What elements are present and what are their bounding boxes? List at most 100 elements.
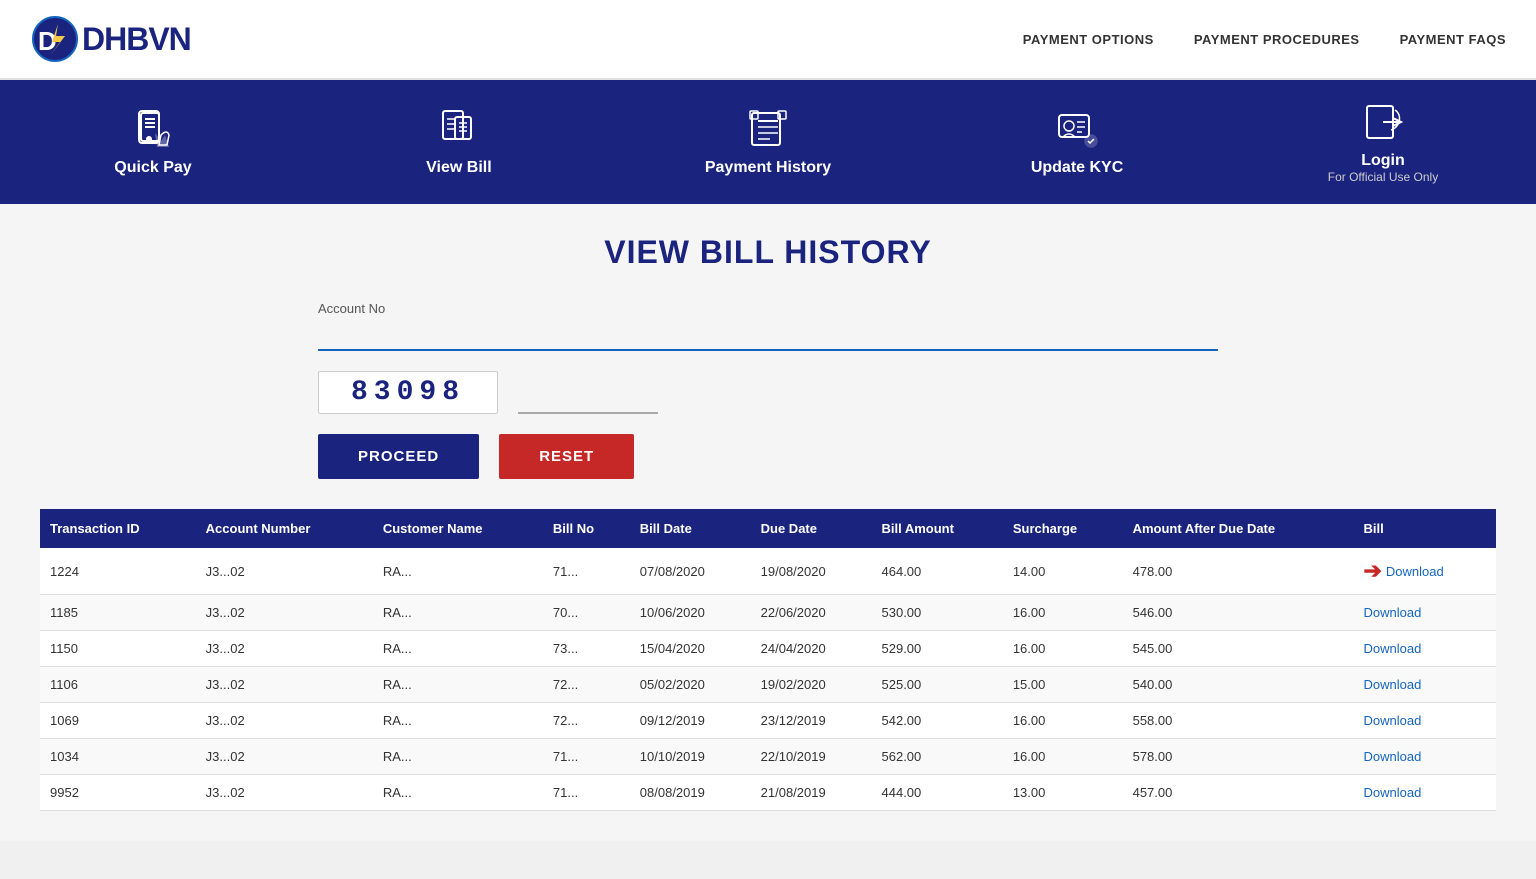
page-title: VIEW BILL HISTORY (40, 234, 1496, 271)
table-cell: RA... (373, 739, 543, 775)
captcha-input[interactable] (518, 383, 658, 414)
download-link[interactable]: Download (1363, 641, 1421, 656)
table-cell: 444.00 (872, 775, 1003, 811)
table-header-row: Transaction ID Account Number Customer N… (40, 509, 1496, 548)
main-nav: PAYMENT OPTIONS PAYMENT PROCEDURES PAYME… (1023, 32, 1506, 47)
view-bill-banner[interactable]: View Bill (399, 107, 519, 177)
account-input[interactable] (318, 320, 1218, 351)
table-cell: 578.00 (1123, 739, 1354, 775)
table-cell: 1069 (40, 703, 196, 739)
table-cell: 457.00 (1123, 775, 1354, 811)
table-cell: J3...02 (196, 775, 373, 811)
download-link[interactable]: Download (1363, 605, 1421, 620)
logo-area: D DHBVN (30, 14, 191, 64)
table-cell: 23/12/2019 (751, 703, 872, 739)
table-cell: 529.00 (872, 631, 1003, 667)
table-cell: 464.00 (872, 548, 1003, 595)
table-cell: J3...02 (196, 631, 373, 667)
payment-options-nav[interactable]: PAYMENT OPTIONS (1023, 32, 1154, 47)
table-row: 1069J3...02RA...72...09/12/201923/12/201… (40, 703, 1496, 739)
col-bill-amount: Bill Amount (872, 509, 1003, 548)
payment-faqs-nav[interactable]: PAYMENT FAQS (1400, 32, 1506, 47)
table-cell: 562.00 (872, 739, 1003, 775)
reset-button[interactable]: RESET (499, 434, 634, 479)
login-icon (1361, 100, 1405, 144)
table-cell: RA... (373, 595, 543, 631)
account-row (318, 320, 1218, 351)
table-row: 1150J3...02RA...73...15/04/202024/04/202… (40, 631, 1496, 667)
table-cell: 16.00 (1003, 739, 1123, 775)
account-label: Account No (318, 301, 385, 316)
bill-history-form: Account No 83098 PROCEED RESET (318, 301, 1218, 479)
proceed-button[interactable]: PROCEED (318, 434, 479, 479)
table-cell: J3...02 (196, 739, 373, 775)
table-cell: J3...02 (196, 703, 373, 739)
table-cell: 22/06/2020 (751, 595, 872, 631)
table-cell: 14.00 (1003, 548, 1123, 595)
table-cell: 73... (543, 631, 630, 667)
table-cell: 545.00 (1123, 631, 1354, 667)
download-link[interactable]: Download (1363, 749, 1421, 764)
table-cell: 71... (543, 739, 630, 775)
form-buttons: PROCEED RESET (318, 434, 634, 479)
download-link[interactable]: Download (1363, 713, 1421, 728)
logo-text: DHBVN (82, 21, 191, 58)
table-cell: 1106 (40, 667, 196, 703)
table-cell: 478.00 (1123, 548, 1354, 595)
table-cell: 71... (543, 548, 630, 595)
table-cell: 10/10/2019 (630, 739, 751, 775)
download-arrow-icon: ➔ (1363, 558, 1381, 584)
view-bill-label: View Bill (426, 159, 492, 177)
download-cell: Download (1353, 775, 1496, 810)
logo-icon: D (30, 14, 80, 64)
table-cell: 70... (543, 595, 630, 631)
quick-pay-label: Quick Pay (114, 159, 191, 177)
payment-history-banner[interactable]: Payment History (705, 107, 831, 177)
account-input-wrap (318, 320, 1218, 351)
table-row: 1034J3...02RA...71...10/10/201922/10/201… (40, 739, 1496, 775)
payment-procedures-nav[interactable]: PAYMENT PROCEDURES (1194, 32, 1360, 47)
table-row: 1185J3...02RA...70...10/06/202022/06/202… (40, 595, 1496, 631)
update-kyc-icon (1055, 107, 1099, 151)
update-kyc-label: Update KYC (1031, 159, 1123, 177)
banner: Quick Pay View Bill Payment History (0, 80, 1536, 204)
table-cell: RA... (373, 548, 543, 595)
quick-pay-icon (131, 107, 175, 151)
download-cell: Download (1353, 595, 1496, 630)
table-row: 1224J3...02RA...71...07/08/202019/08/202… (40, 548, 1496, 595)
download-link[interactable]: Download (1386, 564, 1444, 579)
download-link[interactable]: Download (1363, 785, 1421, 800)
table-cell: RA... (373, 775, 543, 811)
view-bill-icon (437, 107, 481, 151)
table-cell: 542.00 (872, 703, 1003, 739)
download-link[interactable]: Download (1363, 677, 1421, 692)
payment-history-label: Payment History (705, 159, 831, 177)
table-cell: 1185 (40, 595, 196, 631)
login-label: Login (1361, 152, 1405, 170)
table-cell: 71... (543, 775, 630, 811)
site-header: D DHBVN PAYMENT OPTIONS PAYMENT PROCEDUR… (0, 0, 1536, 80)
download-cell: ➔ Download (1353, 548, 1496, 594)
table-cell: J3...02 (196, 595, 373, 631)
update-kyc-banner[interactable]: Update KYC (1017, 107, 1137, 177)
table-cell: 72... (543, 667, 630, 703)
table-cell: 546.00 (1123, 595, 1354, 631)
captcha-row: 83098 (318, 371, 1218, 414)
payment-history-icon (746, 107, 790, 151)
col-customer-name: Customer Name (373, 509, 543, 548)
download-cell: Download (1353, 703, 1496, 738)
table-row: 1106J3...02RA...72...05/02/202019/02/202… (40, 667, 1496, 703)
quick-pay-banner[interactable]: Quick Pay (93, 107, 213, 177)
login-banner[interactable]: Login For Official Use Only (1323, 100, 1443, 184)
table-cell: 1150 (40, 631, 196, 667)
table-cell: 10/06/2020 (630, 595, 751, 631)
col-bill-date: Bill Date (630, 509, 751, 548)
table-cell: 07/08/2020 (630, 548, 751, 595)
table-cell: 21/08/2019 (751, 775, 872, 811)
main-content: VIEW BILL HISTORY Account No 83098 PROCE… (0, 204, 1536, 841)
table-row: 9952J3...02RA...71...08/08/201921/08/201… (40, 775, 1496, 811)
table-cell: 16.00 (1003, 595, 1123, 631)
download-cell: Download (1353, 631, 1496, 666)
download-cell: Download (1353, 667, 1496, 702)
table-cell: 19/02/2020 (751, 667, 872, 703)
